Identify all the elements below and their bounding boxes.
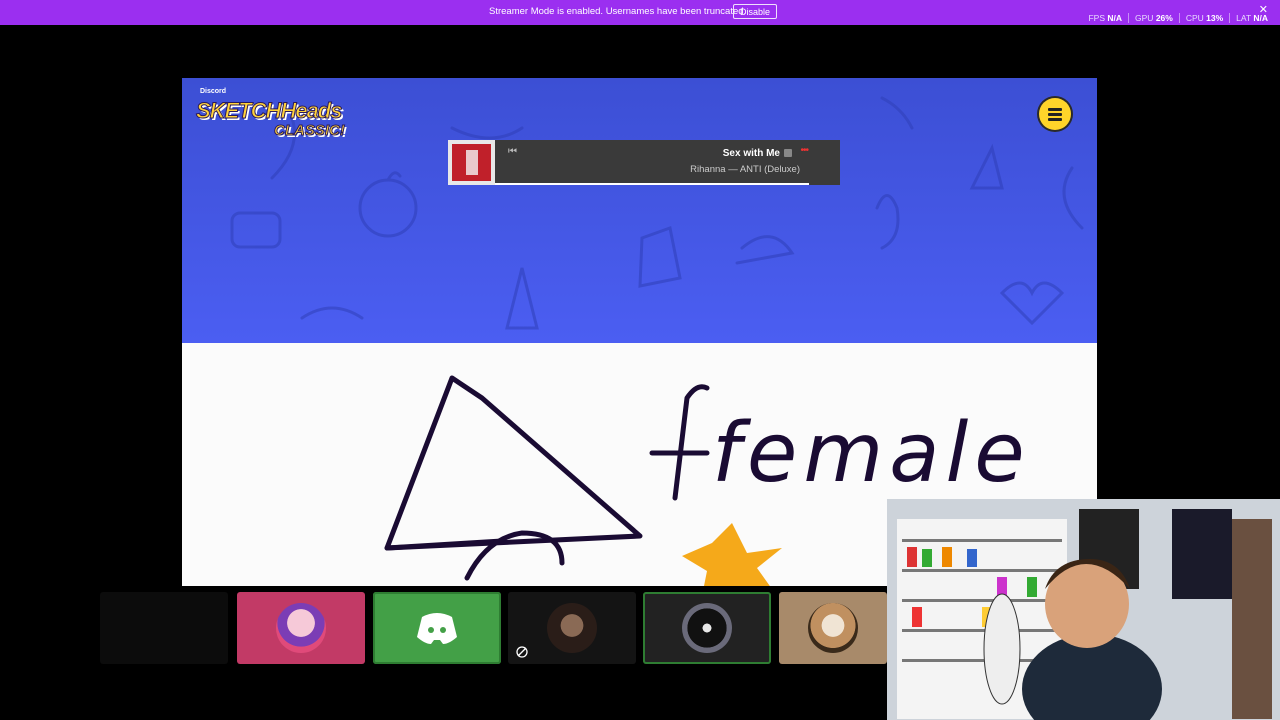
logo-brand: Discord — [200, 88, 227, 95]
canvas-word: female — [712, 406, 1031, 501]
performance-stats: FPS N/A GPU 26% CPU 13% LAT N/A — [1088, 13, 1268, 23]
avatar — [547, 603, 597, 653]
hamburger-menu-icon[interactable] — [1039, 98, 1071, 130]
disable-streamer-mode-button[interactable]: Disable — [733, 4, 778, 19]
canvas-star — [682, 523, 782, 586]
avatar — [808, 603, 858, 653]
participant-tile[interactable] — [100, 592, 228, 664]
track-artist-album: Rihanna — ANTI (Deluxe) — [690, 164, 800, 175]
stat-lat: LAT N/A — [1236, 13, 1268, 23]
logo-subtitle: CLASSIC! — [274, 122, 346, 140]
streamer-mode-banner: Streamer Mode is enabled. Usernames have… — [0, 0, 1280, 25]
webcam-overlay — [887, 499, 1280, 720]
logo-title: SKETCHHeads — [195, 98, 342, 124]
more-options-icon[interactable]: ••• — [800, 145, 808, 156]
participant-tile[interactable] — [779, 592, 887, 664]
discord-icon — [417, 613, 457, 644]
streamer-mode-message: Streamer Mode is enabled. Usernames have… — [489, 6, 747, 17]
now-playing-widget: ⏮ Sex with Me ••• Rihanna — ANTI (Deluxe… — [448, 140, 840, 185]
webcam-feed — [887, 499, 1280, 720]
participant-tile[interactable] — [237, 592, 365, 664]
explicit-icon — [784, 149, 792, 157]
stat-gpu: GPU 26% — [1135, 13, 1173, 23]
album-art — [448, 140, 495, 185]
participant-tile[interactable] — [508, 592, 636, 664]
avatar — [682, 603, 732, 653]
camera-off-icon — [516, 646, 528, 658]
track-title: Sex with Me — [722, 148, 780, 159]
game-header-area: Discord SKETCHHeads CLASSIC! ⏮ Sex with … — [182, 78, 1097, 343]
sketch-heads-logo: Discord SKETCHHeads CLASSIC! — [195, 86, 356, 144]
previous-track-icon[interactable]: ⏮ — [508, 146, 517, 157]
stat-fps: FPS N/A — [1088, 13, 1123, 23]
participant-tile[interactable] — [643, 592, 771, 664]
track-progress-bar — [495, 183, 809, 185]
stat-cpu: CPU 13% — [1185, 13, 1224, 23]
participant-tile[interactable] — [373, 592, 501, 664]
avatar — [276, 603, 326, 653]
